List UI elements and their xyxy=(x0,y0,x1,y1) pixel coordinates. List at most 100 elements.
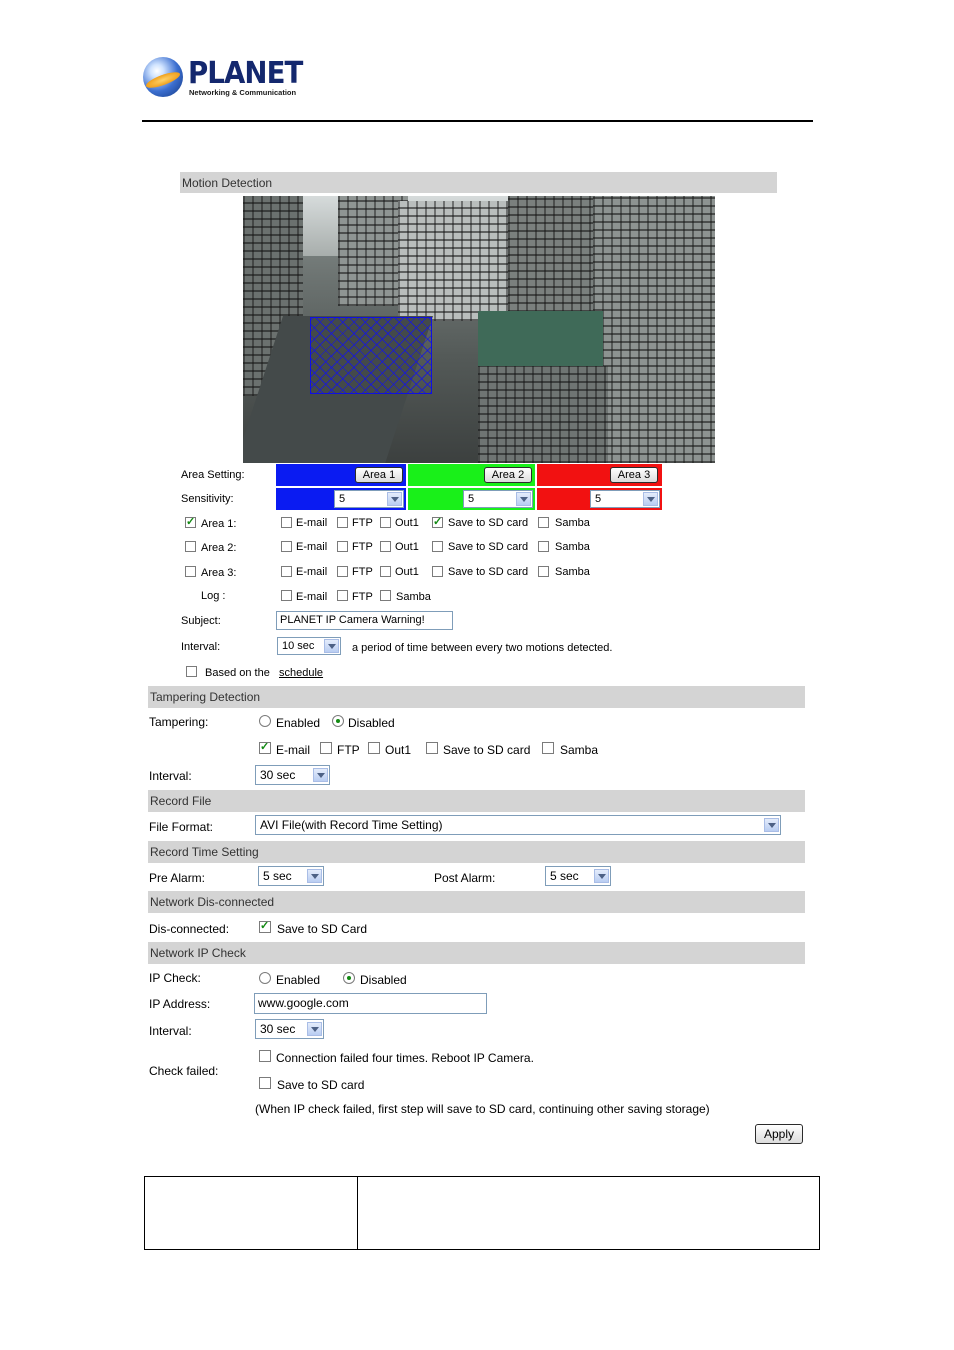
area-1-ftp-checkbox[interactable] xyxy=(337,517,348,528)
brand-tagline: Networking & Communication xyxy=(189,88,297,97)
ip-check-disabled-radio[interactable] xyxy=(343,972,355,984)
area-2-color-bar: Area 2 xyxy=(408,464,535,486)
tampering-samba-checkbox[interactable] xyxy=(542,742,554,754)
section-title: Record Time Setting xyxy=(150,845,259,859)
header-divider xyxy=(142,120,813,122)
section-title: Tampering Detection xyxy=(150,690,261,704)
area-1-out1-checkbox[interactable] xyxy=(380,517,391,528)
ip-check-note: (When IP check failed, first step will s… xyxy=(255,1102,710,1116)
area-1-email-checkbox[interactable] xyxy=(281,517,292,528)
record-file-header: Record File xyxy=(148,790,805,812)
area-3-samba-checkbox[interactable] xyxy=(538,566,549,577)
ip-check-disabled-label: Disabled xyxy=(360,973,407,987)
motion-interval-select[interactable]: 10 sec xyxy=(277,637,341,655)
motion-area-1-overlay[interactable] xyxy=(310,317,432,394)
apply-button[interactable]: Apply xyxy=(755,1124,803,1144)
post-alarm-label: Post Alarm: xyxy=(434,871,496,885)
check-failed-sd-checkbox[interactable] xyxy=(259,1077,271,1089)
tampering-email-checkbox[interactable] xyxy=(259,740,271,754)
motion-interval-note: a period of time between every two motio… xyxy=(352,642,613,654)
log-samba-checkbox[interactable] xyxy=(380,590,391,601)
area-1-samba-checkbox[interactable] xyxy=(538,517,549,528)
chevron-down-icon xyxy=(387,492,402,506)
chevron-down-icon xyxy=(307,1022,322,1036)
section-title: Motion Detection xyxy=(182,176,273,190)
area-2-samba-checkbox[interactable] xyxy=(538,541,549,552)
tampering-ftp-checkbox[interactable] xyxy=(320,742,332,754)
disconnected-sd-label: Save to SD Card xyxy=(277,922,368,936)
area-3-out1-checkbox[interactable] xyxy=(380,566,391,577)
file-format-select[interactable]: AVI File(with Record Time Setting) xyxy=(255,815,781,835)
tampering-interval-select[interactable]: 30 sec xyxy=(255,765,330,785)
ip-check-enabled-label: Enabled xyxy=(276,973,321,987)
area-3-email-checkbox[interactable] xyxy=(281,566,292,577)
area-1-checkbox[interactable] xyxy=(185,515,196,528)
tampering-samba-label: Samba xyxy=(560,743,599,757)
tampering-disabled-label: Disabled xyxy=(348,716,395,730)
log-ftp-checkbox[interactable] xyxy=(337,590,348,601)
section-title: Record File xyxy=(150,794,212,808)
post-alarm-select[interactable]: 5 sec xyxy=(545,866,611,886)
area-2-sd-checkbox[interactable] xyxy=(432,541,443,552)
area-1-out1-label: Out1 xyxy=(395,517,419,529)
check-failed-label: Check failed: xyxy=(149,1064,219,1078)
tampering-enabled-radio[interactable] xyxy=(259,715,271,727)
area-2-button[interactable]: Area 2 xyxy=(484,467,532,483)
brand-name: PLANET xyxy=(188,56,303,91)
area-3-ftp-checkbox[interactable] xyxy=(337,566,348,577)
chevron-down-icon xyxy=(307,869,322,883)
reboot-checkbox[interactable] xyxy=(259,1050,271,1062)
tampering-disabled-radio[interactable] xyxy=(332,715,344,727)
area-1-button[interactable]: Area 1 xyxy=(355,467,403,483)
area-1-sensitivity-bar: 5 xyxy=(276,488,406,510)
camera-preview[interactable] xyxy=(243,196,715,463)
area-3-button[interactable]: Area 3 xyxy=(610,467,658,483)
check-failed-sd-label: Save to SD card xyxy=(277,1078,365,1092)
tampering-label: Tampering: xyxy=(149,715,209,729)
area-2-ftp-label: FTP xyxy=(352,541,373,553)
ip-interval-label: Interval: xyxy=(149,1024,192,1038)
area-1-email-label: E-mail xyxy=(296,517,328,529)
area-1-color-bar: Area 1 xyxy=(276,464,406,486)
area-3-sensitivity-bar: 5 xyxy=(537,488,662,510)
ip-address-input[interactable]: www.google.com xyxy=(254,993,487,1014)
area-2-email-label: E-mail xyxy=(296,541,328,553)
area-2-ftp-checkbox[interactable] xyxy=(337,541,348,552)
area-2-samba-label: Samba xyxy=(555,541,590,553)
area-2-checkbox[interactable] xyxy=(185,541,196,552)
log-ftp-label: FTP xyxy=(352,591,373,603)
area-3-sensitivity-select[interactable]: 5 xyxy=(590,490,660,508)
area-3-label: Area 3: xyxy=(201,567,237,579)
log-email-label: E-mail xyxy=(296,591,328,603)
ip-interval-select[interactable]: 30 sec xyxy=(255,1019,324,1039)
section-title: Network Dis-connected xyxy=(150,895,275,909)
log-email-checkbox[interactable] xyxy=(281,590,292,601)
subject-input[interactable]: PLANET IP Camera Warning! xyxy=(276,611,453,630)
area-2-label: Area 2: xyxy=(201,542,237,554)
area-2-out1-checkbox[interactable] xyxy=(380,541,391,552)
ip-check-header: Network IP Check xyxy=(148,942,805,964)
disconnected-sd-checkbox[interactable] xyxy=(259,919,271,933)
tampering-out1-checkbox[interactable] xyxy=(368,742,380,754)
chevron-down-icon xyxy=(594,869,609,883)
network-disconnected-header: Network Dis-connected xyxy=(148,891,805,913)
area-2-email-checkbox[interactable] xyxy=(281,541,292,552)
area-1-sd-checkbox[interactable] xyxy=(432,515,443,528)
area-1-sd-label: Save to SD card xyxy=(448,517,529,529)
pre-alarm-select[interactable]: 5 sec xyxy=(258,866,324,886)
schedule-link[interactable]: schedule xyxy=(279,667,323,679)
area-1-samba-label: Samba xyxy=(555,517,590,529)
area-3-samba-label: Samba xyxy=(555,566,590,578)
area-setting-label: Area Setting: xyxy=(181,469,245,481)
schedule-checkbox[interactable] xyxy=(186,666,197,677)
area-3-ftp-label: FTP xyxy=(352,566,373,578)
tampering-sd-checkbox[interactable] xyxy=(426,742,438,754)
table-divider xyxy=(357,1177,358,1249)
area-1-sensitivity-select[interactable]: 5 xyxy=(334,490,404,508)
area-2-sensitivity-select[interactable]: 5 xyxy=(463,490,533,508)
area-3-checkbox[interactable] xyxy=(185,566,196,577)
area-3-sd-checkbox[interactable] xyxy=(432,566,443,577)
ip-check-enabled-radio[interactable] xyxy=(259,972,271,984)
planet-logo-icon xyxy=(143,57,183,97)
subject-label: Subject: xyxy=(181,615,221,627)
